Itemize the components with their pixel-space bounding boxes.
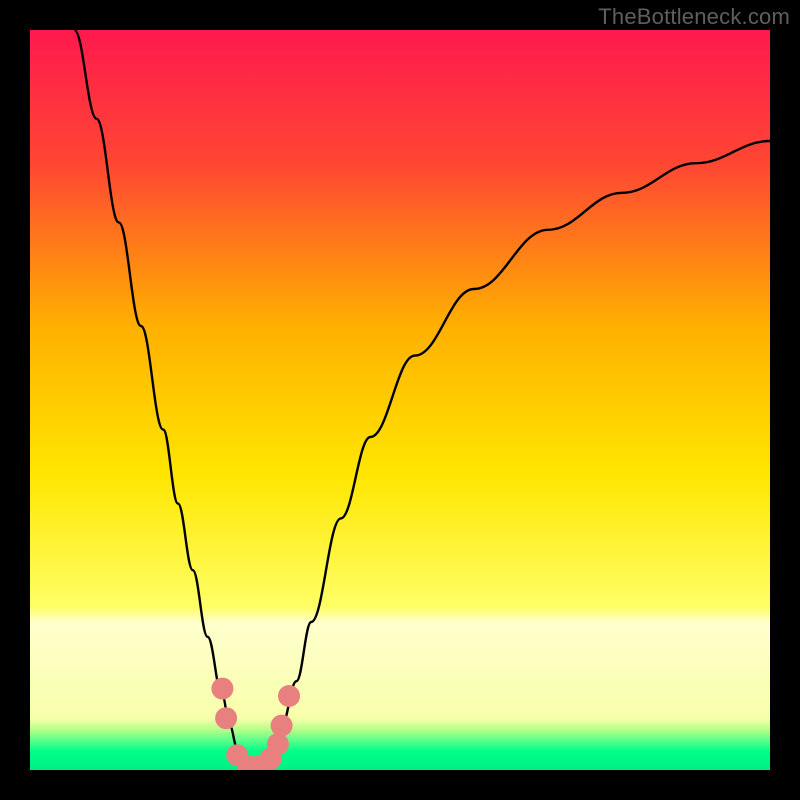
chart-frame: TheBottleneck.com (0, 0, 800, 800)
gradient-background (30, 30, 770, 770)
bottleneck-chart (30, 30, 770, 770)
marker-point (215, 707, 237, 729)
watermark-text: TheBottleneck.com (598, 4, 790, 30)
marker-point (278, 685, 300, 707)
marker-point (271, 715, 293, 737)
marker-point (211, 678, 233, 700)
marker-point (267, 733, 289, 755)
